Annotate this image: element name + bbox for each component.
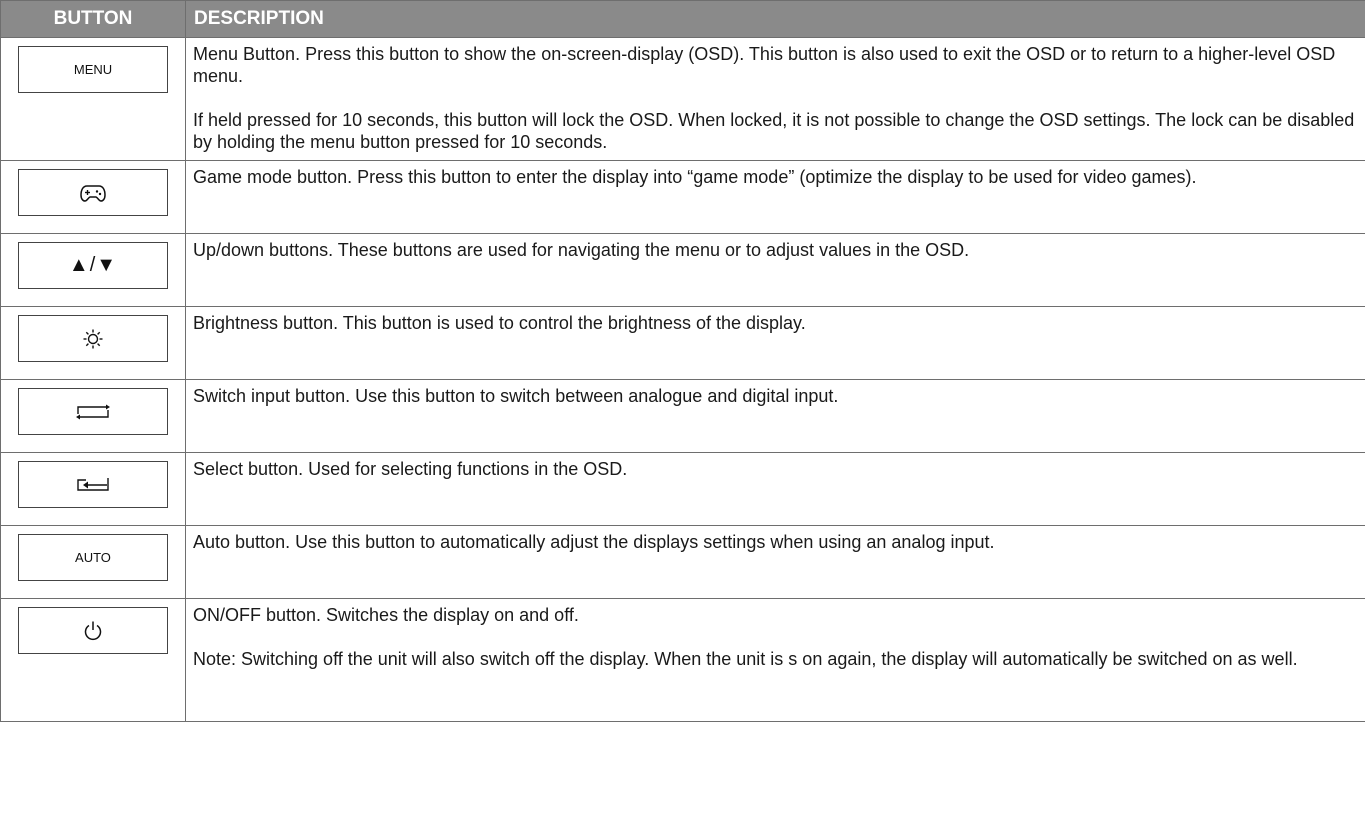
gamepad-icon — [80, 184, 106, 202]
up-down-key: ▲/▼ — [18, 242, 168, 289]
game-mode-key — [18, 169, 168, 216]
table-row-menu: MENU Menu Button. Press this button to s… — [0, 37, 1365, 161]
select-description: Select button. Used for selecting functi… — [193, 459, 628, 479]
table-row-auto: AUTO Auto button. Use this button to aut… — [0, 525, 1365, 599]
brightness-icon — [83, 329, 103, 348]
power-description: ON/OFF button. Switches the display on a… — [193, 605, 579, 625]
table-row-switch-input: Switch input button. Use this button to … — [0, 379, 1365, 453]
header-button: BUTTON — [0, 0, 186, 38]
brightness-description: Brightness button. This button is used t… — [193, 313, 806, 333]
switch-input-description: Switch input button. Use this button to … — [193, 386, 839, 406]
game-mode-description: Game mode button. Press this button to e… — [193, 167, 1197, 187]
menu-description: Menu Button. Press this button to show t… — [193, 44, 1336, 86]
buttons-table: BUTTON DESCRIPTION MENU Menu Button. Pre… — [0, 0, 1365, 722]
menu-key: MENU — [18, 46, 168, 93]
menu-key-label: MENU — [73, 62, 113, 77]
table-row-updown: ▲/▼ Up/down buttons. These buttons are u… — [0, 233, 1365, 307]
auto-description: Auto button. Use this button to automati… — [193, 532, 995, 552]
power-note: Note: Switching off the unit will also s… — [193, 649, 1298, 669]
menu-lock-description: If held pressed for 10 seconds, this but… — [193, 110, 1355, 152]
auto-key: AUTO — [18, 534, 168, 581]
select-enter-icon — [77, 477, 109, 491]
header-description: DESCRIPTION — [185, 0, 1365, 38]
table-row-brightness: Brightness button. This button is used t… — [0, 306, 1365, 380]
table-row-select: Select button. Used for selecting functi… — [0, 452, 1365, 526]
power-key — [18, 607, 168, 654]
power-icon — [84, 621, 102, 640]
switch-input-key — [18, 388, 168, 435]
auto-key-label: AUTO — [75, 550, 111, 565]
table-row-game: Game mode button. Press this button to e… — [0, 160, 1365, 234]
brightness-key — [18, 315, 168, 362]
up-down-description: Up/down buttons. These buttons are used … — [193, 240, 970, 260]
table-header-row: BUTTON DESCRIPTION — [0, 0, 1365, 38]
up-down-arrows-icon: ▲/▼ — [68, 254, 118, 276]
switch-input-icon — [76, 404, 110, 419]
table-row-power: ON/OFF button. Switches the display on a… — [0, 598, 1365, 722]
select-key — [18, 461, 168, 508]
